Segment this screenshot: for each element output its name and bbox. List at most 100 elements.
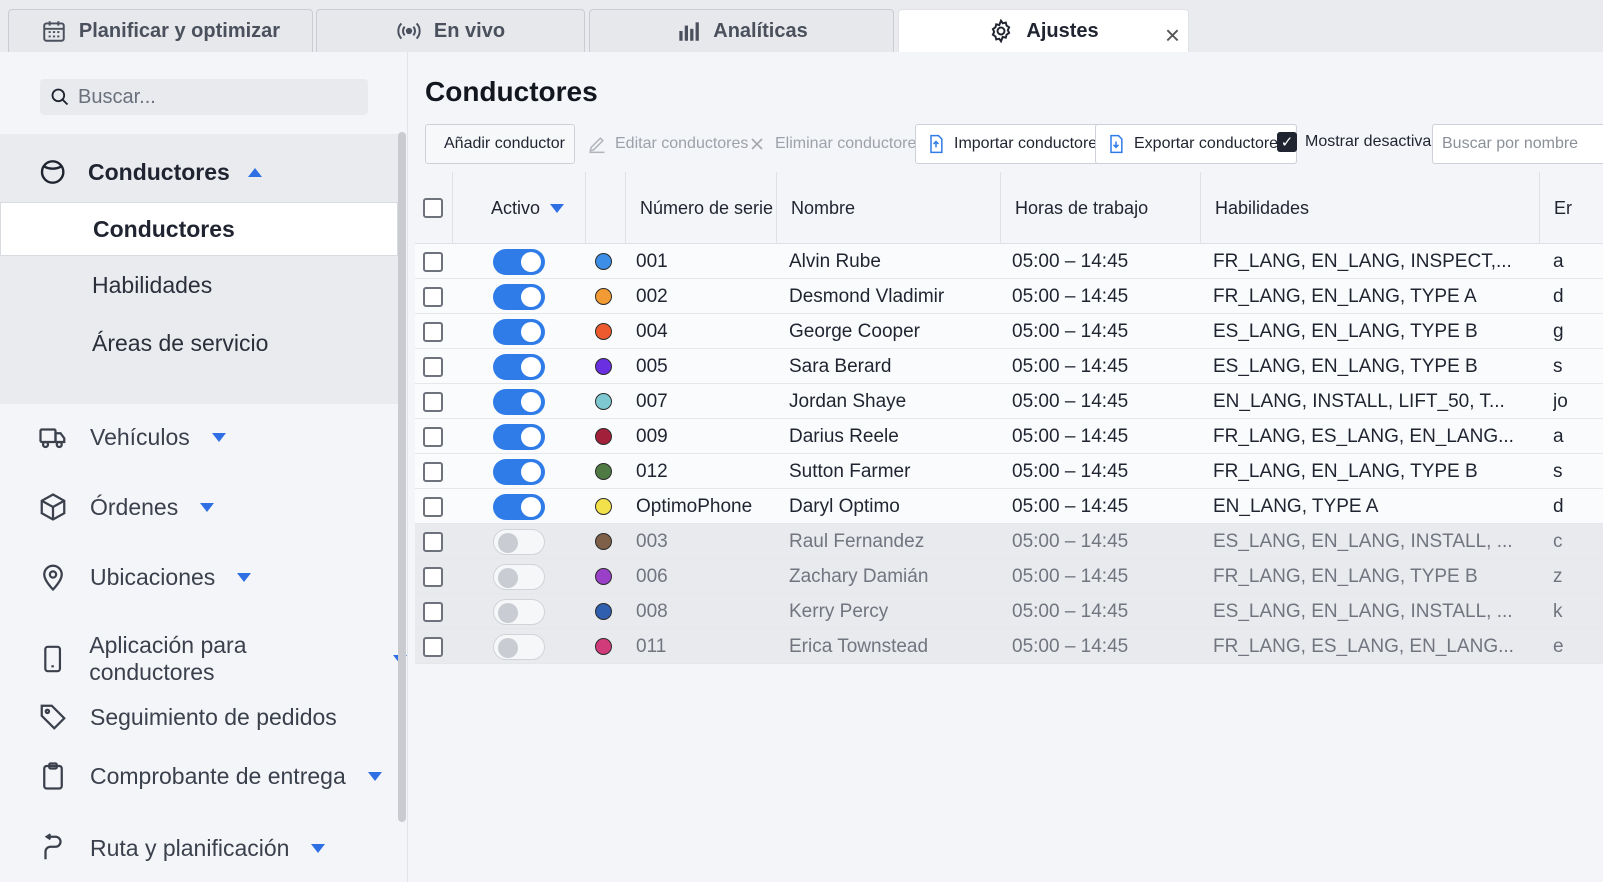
active-toggle[interactable]: [493, 283, 545, 310]
edit-drivers-button[interactable]: Editar conductores: [577, 124, 758, 164]
hours-cell: 05:00 – 14:45: [1012, 565, 1129, 587]
row-select-cell: [423, 279, 452, 314]
table-row[interactable]: 005 Sara Berard 05:00 – 14:45 ES_LANG, EN_L…: [415, 349, 1603, 384]
col-extra[interactable]: Er: [1539, 172, 1603, 244]
row-checkbox[interactable]: [423, 531, 443, 552]
driver-color-dot: [595, 498, 612, 515]
sidebar-item-conductores[interactable]: Conductores: [0, 202, 398, 256]
active-toggle[interactable]: [493, 458, 545, 485]
sidebar-item-ordenes[interactable]: Órdenes: [38, 492, 215, 522]
active-toggle[interactable]: [493, 248, 545, 275]
table-row[interactable]: 009 Darius Reele 05:00 – 14:45 FR_LANG, ES_…: [415, 419, 1603, 454]
color-cell: [595, 524, 619, 559]
sidebar-item-areas[interactable]: Áreas de servicio: [92, 330, 268, 357]
tab-label: Ajustes: [1026, 19, 1099, 42]
table-row[interactable]: 003 Raul Fernandez 05:00 – 14:45 ES_LANG, E…: [415, 524, 1603, 559]
pencil-icon: [589, 137, 605, 154]
search-input[interactable]: [78, 85, 358, 109]
table-row[interactable]: 012 Sutton Farmer 05:00 – 14:45 FR_LANG, EN…: [415, 454, 1603, 489]
clipboard-icon: [43, 762, 63, 790]
row-checkbox[interactable]: [423, 286, 443, 307]
row-checkbox[interactable]: [423, 601, 443, 622]
sidebar-item-label: Seguimiento de pedidos: [90, 703, 337, 730]
tab-analiticas[interactable]: Analíticas: [589, 9, 894, 52]
active-toggle[interactable]: [493, 598, 545, 625]
table-row[interactable]: 002 Desmond Vladimir 05:00 – 14:45 FR_LANG,…: [415, 279, 1603, 314]
checkbox-checked[interactable]: ✓: [1277, 132, 1297, 152]
sidebar: Conductores Conductores Habilidades Área…: [0, 52, 408, 882]
sidebar-item-seguimiento[interactable]: Seguimiento de pedidos: [38, 702, 337, 732]
active-toggle[interactable]: [493, 318, 545, 345]
col-activo[interactable]: Activo: [452, 172, 585, 244]
tab-en-vivo[interactable]: En vivo: [316, 9, 585, 52]
drivers-header[interactable]: Conductores: [38, 156, 262, 188]
sidebar-item-ubicaciones[interactable]: Ubicaciones: [38, 562, 252, 592]
row-select-cell: [423, 244, 452, 279]
show-inactive-toggle[interactable]: ✓ Mostrar desactivados: [1277, 132, 1457, 152]
table-row[interactable]: 006 Zachary Damián 05:00 – 14:45 FR_LANG, E…: [415, 559, 1603, 594]
active-toggle[interactable]: [493, 353, 545, 380]
active-toggle[interactable]: [493, 563, 545, 590]
row-checkbox[interactable]: [423, 251, 443, 272]
table-row[interactable]: OptimoPhone Daryl Optimo 05:00 – 14:45 EN_L…: [415, 489, 1603, 524]
active-toggle[interactable]: [493, 388, 545, 415]
serial-cell: 006: [636, 565, 668, 587]
serial-cell: 003: [636, 530, 668, 552]
toggle-knob: [498, 637, 518, 658]
col-horas[interactable]: Horas de trabajo: [1000, 172, 1200, 244]
row-select-cell: [423, 384, 452, 419]
active-toggle[interactable]: [493, 633, 545, 660]
name-search-input[interactable]: [1432, 124, 1603, 164]
sidebar-item-comprobante[interactable]: Comprobante de entrega: [38, 761, 382, 791]
select-all-checkbox[interactable]: [423, 198, 443, 218]
color-cell: [595, 629, 619, 664]
sidebar-item-habilidades[interactable]: Habilidades: [92, 272, 212, 299]
active-toggle-cell: [493, 349, 563, 384]
row-checkbox[interactable]: [423, 321, 443, 342]
active-toggle[interactable]: [493, 423, 545, 450]
row-select-cell: [423, 349, 452, 384]
active-toggle[interactable]: [493, 493, 545, 520]
close-icon[interactable]: ×: [1165, 20, 1180, 51]
serial-cell: 001: [636, 250, 668, 272]
table-row[interactable]: 007 Jordan Shaye 05:00 – 14:45 EN_LANG, INS…: [415, 384, 1603, 419]
active-toggle-cell: [493, 454, 563, 489]
row-checkbox[interactable]: [423, 356, 443, 377]
sidebar-item-ruta[interactable]: Ruta y planificación: [38, 833, 326, 863]
col-nombre[interactable]: Nombre: [776, 172, 1000, 244]
tab-label: Planificar y optimizar: [78, 19, 281, 42]
table-row[interactable]: 011 Erica Townstead 05:00 – 14:45 FR_LANG, …: [415, 629, 1603, 664]
active-toggle[interactable]: [493, 528, 545, 555]
sidebar-item-label: Órdenes: [90, 493, 179, 520]
row-checkbox[interactable]: [423, 461, 443, 482]
serial-cell: 002: [636, 285, 668, 307]
sidebar-item-app-conductores[interactable]: Aplicación para conductores: [38, 632, 407, 686]
export-drivers-button[interactable]: Exportar conductores: [1095, 124, 1298, 164]
row-checkbox[interactable]: [423, 566, 443, 587]
row-checkbox[interactable]: [423, 391, 443, 412]
skills-cell: FR_LANG, EN_LANG, TYPE A: [1213, 285, 1477, 307]
col-habilidades[interactable]: Habilidades: [1200, 172, 1539, 244]
table-row[interactable]: 004 George Cooper 05:00 – 14:45 ES_LANG, EN…: [415, 314, 1603, 349]
sidebar-item-vehiculos[interactable]: Vehículos: [38, 422, 226, 452]
route-icon: [44, 833, 62, 860]
sidebar-scrollbar[interactable]: [398, 132, 406, 822]
import-drivers-label: Importar conductores: [954, 135, 1106, 152]
edit-drivers-label: Editar conductores: [615, 135, 749, 152]
table-row[interactable]: 001 Alvin Rube 05:00 – 14:45 FR_LANG, EN_LA…: [415, 244, 1603, 279]
row-checkbox[interactable]: [423, 496, 443, 517]
add-driver-button[interactable]: Añadir conductor: [425, 124, 575, 164]
delete-drivers-button[interactable]: Eliminar conductores: [737, 124, 934, 164]
tab-planificar[interactable]: Planificar y optimizar: [8, 9, 313, 52]
row-checkbox[interactable]: [423, 426, 443, 447]
import-drivers-button[interactable]: Importar conductores: [915, 124, 1117, 164]
table-row[interactable]: 008 Kerry Percy 05:00 – 14:45 ES_LANG, EN_L…: [415, 594, 1603, 629]
sidebar-item-label: Ruta y planificación: [90, 834, 290, 861]
name-cell: Zachary Damián: [789, 565, 929, 587]
sidebar-item-label: Vehículos: [90, 423, 190, 450]
tab-ajustes[interactable]: Ajustes ×: [898, 9, 1189, 52]
sidebar-search: [40, 79, 368, 115]
row-checkbox[interactable]: [423, 636, 443, 657]
col-serial[interactable]: Número de serie: [625, 172, 776, 244]
extra-cell: c: [1553, 530, 1563, 552]
